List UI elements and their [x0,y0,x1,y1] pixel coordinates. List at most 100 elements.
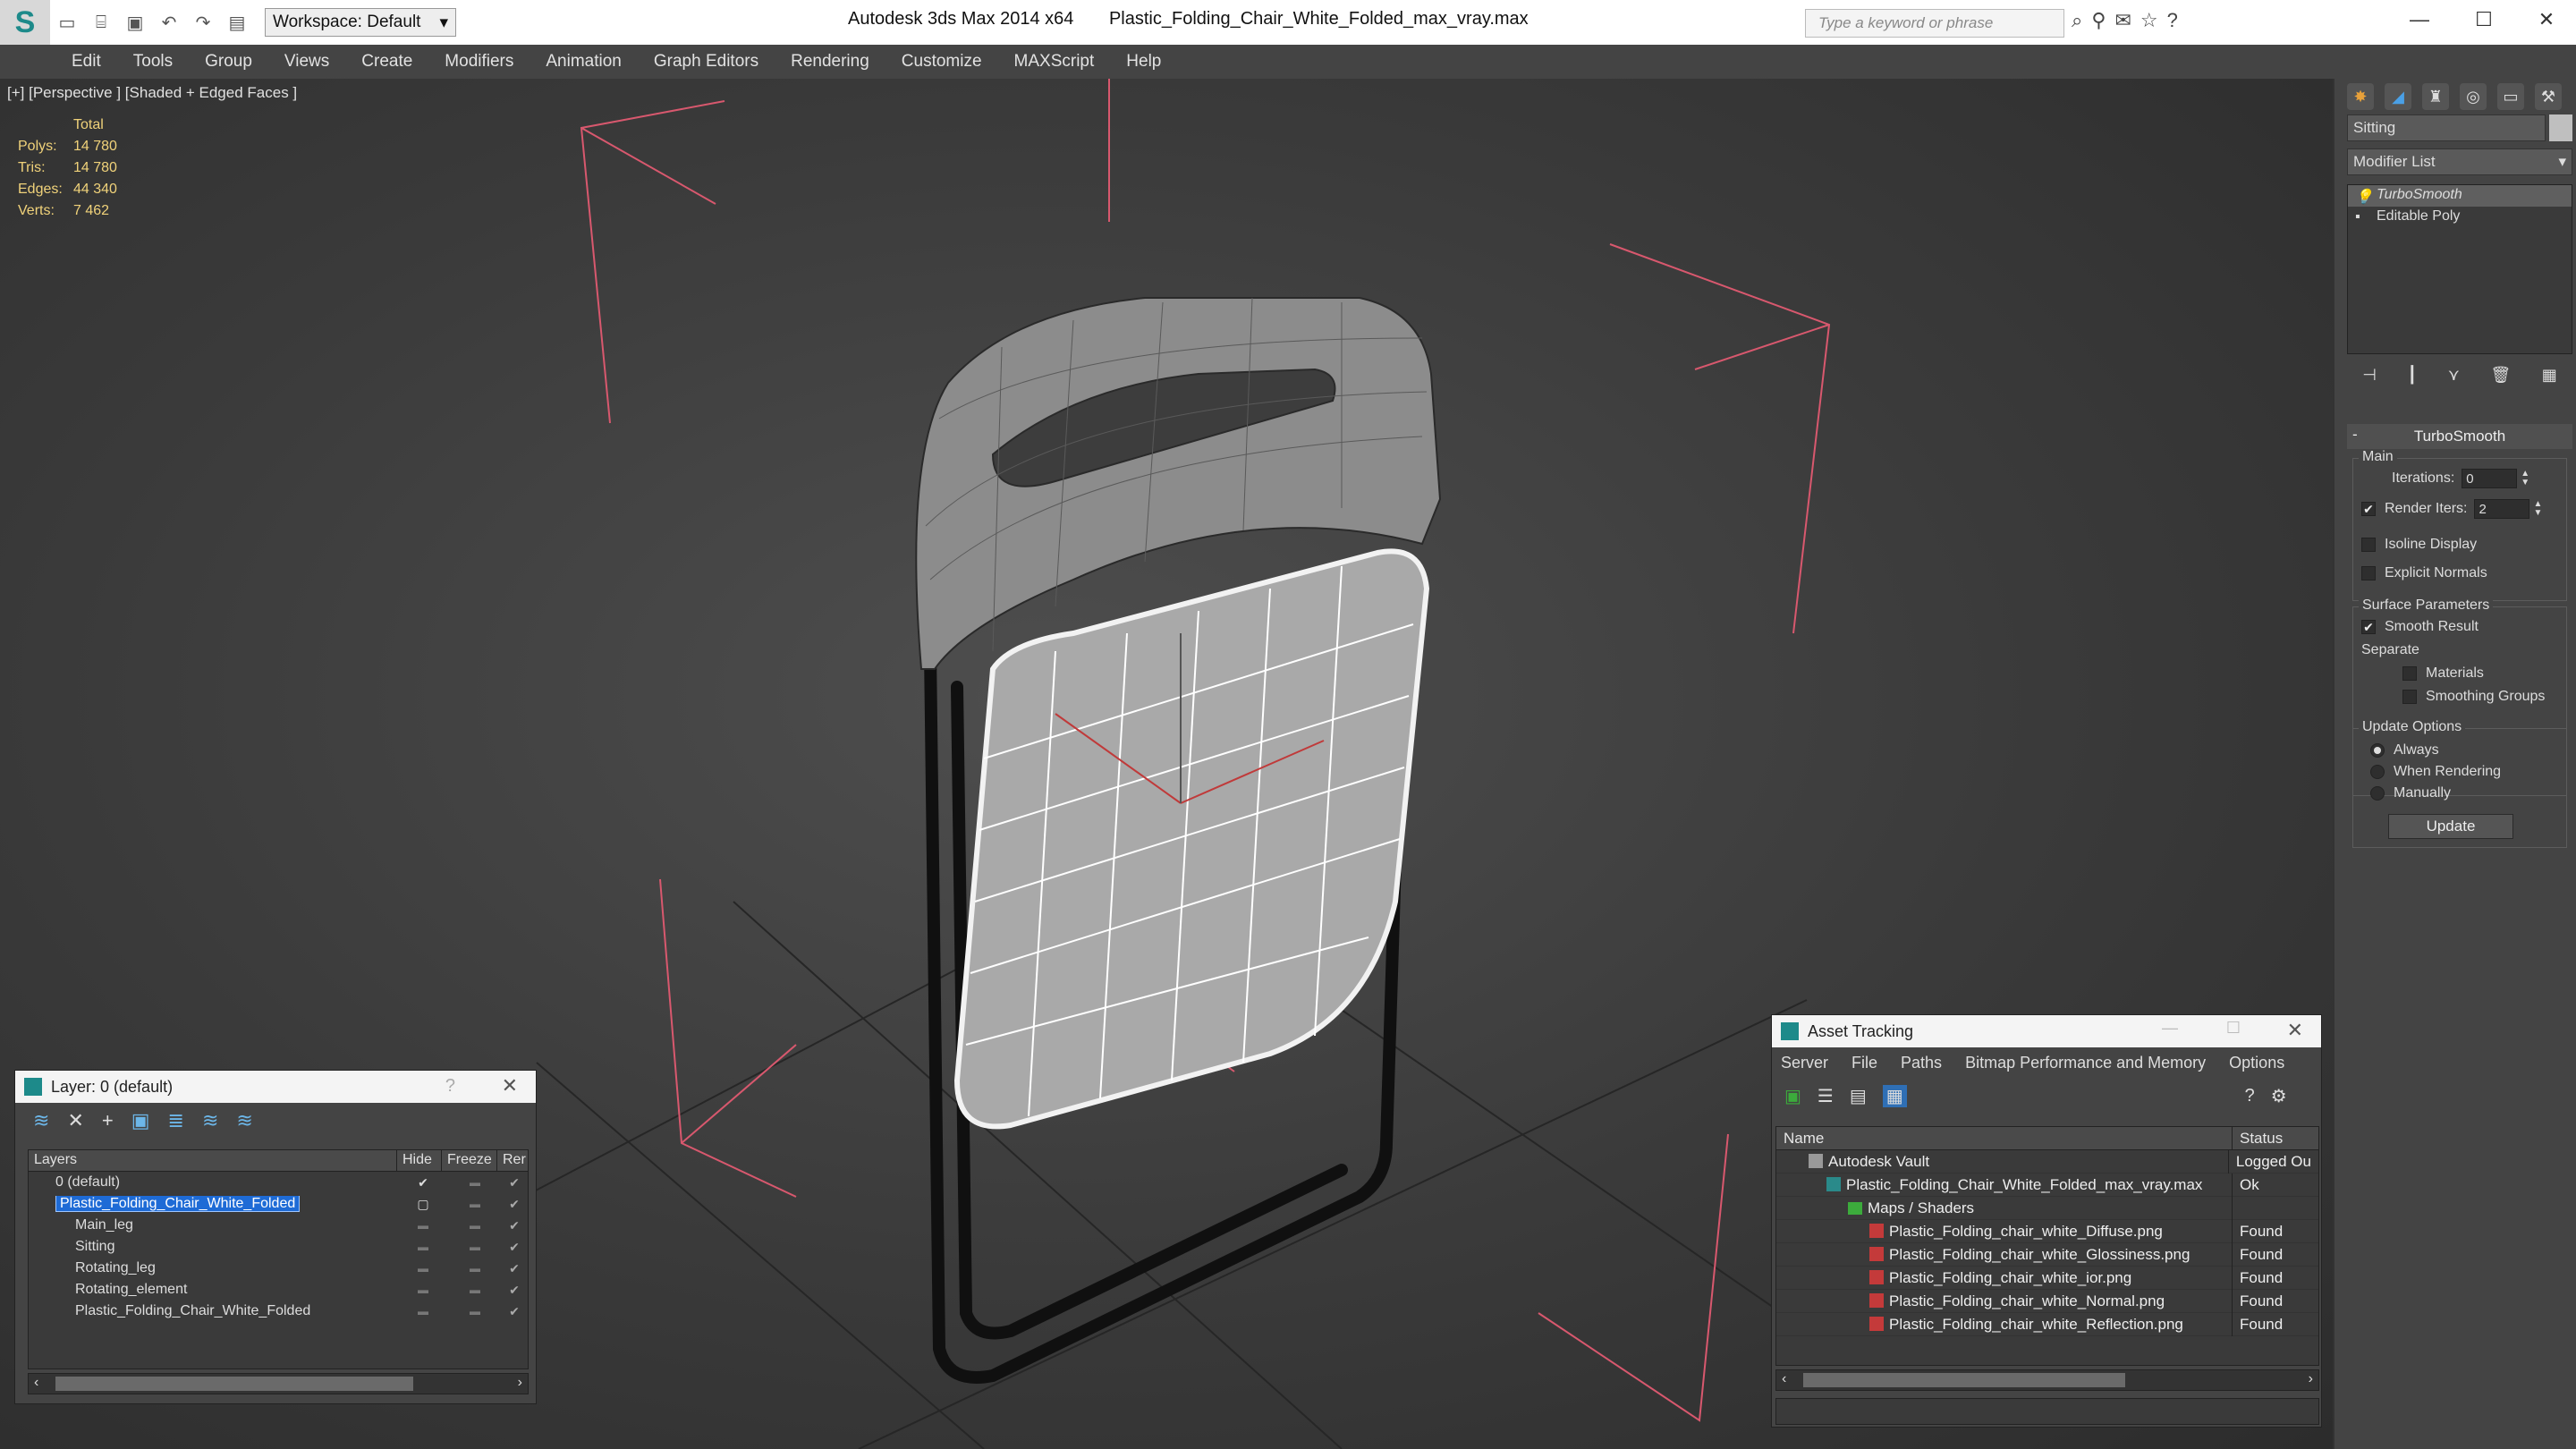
chevron-left-icon[interactable]: ‹ [1782,1371,1786,1387]
help-icon[interactable]: ? [2167,9,2178,32]
object-color-swatch[interactable] [2549,114,2572,141]
make-unique-icon[interactable]: ⋎ [2448,366,2460,385]
smooth-result-checkbox[interactable]: ✔ [2361,620,2376,634]
freeze-toggle[interactable]: ▬ [449,1262,501,1275]
app-menu-button[interactable]: S [0,0,50,45]
table-row[interactable]: Plastic_Folding_chair_white_Normal.png F… [1776,1289,2318,1313]
layer-dialog-titlebar[interactable]: Layer: 0 (default) ? ✕ [15,1071,536,1103]
hide-toggle[interactable]: ▬ [397,1305,449,1318]
add-icon[interactable]: + [102,1109,114,1132]
chevron-left-icon[interactable]: ‹ [34,1375,38,1391]
always-radio[interactable] [2370,743,2385,758]
create-tab-icon[interactable]: ✸ [2347,83,2374,110]
menu-maxscript[interactable]: MAXScript [1014,52,1095,72]
col-name[interactable]: Name [1776,1127,2233,1149]
hierarchy-tab-icon[interactable]: ♜ [2422,83,2449,110]
freeze-toggle[interactable]: ▬ [449,1284,501,1296]
hide-all-icon[interactable]: ≋ [202,1109,218,1132]
hide-toggle[interactable]: ▬ [397,1284,449,1296]
col-status[interactable]: Status [2233,1127,2290,1149]
col-freeze[interactable]: Freeze [442,1150,497,1171]
render-toggle[interactable]: ✔ [501,1175,528,1191]
when-rendering-radio[interactable] [2370,765,2385,779]
close-icon[interactable]: ✕ [2287,1019,2303,1042]
render-toggle[interactable]: ✔ [501,1240,528,1255]
freeze-toggle[interactable]: ▬ [449,1305,501,1318]
viewport-label[interactable]: [+] [Perspective ] [Shaded + Edged Faces… [7,84,297,102]
spinner-arrows-icon[interactable]: ▲ ▼ [2521,470,2529,487]
menu-modifiers[interactable]: Modifiers [445,52,513,72]
undo-icon[interactable]: ↶ [156,9,182,36]
lightbulb-icon[interactable]: 💡 [2355,188,2373,205]
render-iters-spinner[interactable]: 2 [2474,499,2530,519]
table-row[interactable]: Plastic_Folding_Chair_White_Folded ▬ ▬ ✔ [29,1301,528,1322]
table-row[interactable]: Plastic_Folding_Chair_White_Folded_max_v… [1776,1173,2318,1197]
asset-dialog-titlebar[interactable]: Asset Tracking — ☐ ✕ [1772,1015,2321,1047]
scrollbar-thumb[interactable] [55,1377,413,1391]
refresh-icon[interactable]: ▣ [1784,1085,1801,1107]
menu-server[interactable]: Server [1781,1054,1828,1072]
scrollbar-thumb[interactable] [1803,1373,2125,1387]
menu-graph-editors[interactable]: Graph Editors [654,52,758,72]
open-file-icon[interactable]: ⌸ [88,9,114,36]
communication-icon[interactable]: ✉ [2114,9,2131,32]
stack-item-turbosmooth[interactable]: 💡 TurboSmooth [2348,185,2572,207]
freeze-toggle[interactable]: ▬ [449,1176,501,1189]
menu-help[interactable]: Help [1126,52,1161,72]
stack-item-editable-poly[interactable]: ▪ Editable Poly [2348,207,2572,228]
menu-bitmap-performance[interactable]: Bitmap Performance and Memory [1965,1054,2206,1072]
new-file-icon[interactable]: ▭ [54,9,80,36]
table-row[interactable]: Sitting ▬ ▬ ✔ [29,1236,528,1258]
display-tab-icon[interactable]: ▭ [2497,83,2524,110]
table-row[interactable]: Plastic_Folding_chair_white_Reflection.p… [1776,1312,2318,1336]
table-row[interactable]: Plastic_Folding_chair_white_ior.png Foun… [1776,1266,2318,1290]
close-button[interactable]: ✕ [2515,0,2576,39]
menu-options[interactable]: Options [2229,1054,2284,1072]
spinner-arrows-icon[interactable]: ▲ ▼ [2533,500,2542,518]
save-file-icon[interactable]: ▣ [122,9,148,36]
binoculars-icon[interactable]: ⌕ [2072,9,2082,32]
hide-toggle[interactable]: ▬ [397,1219,449,1232]
hide-toggle[interactable]: ▬ [397,1241,449,1253]
menu-paths[interactable]: Paths [1901,1054,1942,1072]
minimize-button[interactable]: — [2388,0,2451,39]
menu-customize[interactable]: Customize [902,52,982,72]
render-toggle[interactable]: ✔ [501,1261,528,1276]
menu-edit[interactable]: Edit [72,52,101,72]
settings-icon[interactable]: ⚙ [2271,1085,2287,1107]
subscription-icon[interactable]: ⚲ [2091,9,2106,32]
close-icon[interactable]: ✕ [502,1074,518,1097]
help-icon[interactable]: ? [2245,1086,2255,1106]
layers-icon[interactable]: ≋ [33,1109,49,1132]
menu-rendering[interactable]: Rendering [791,52,869,72]
delete-icon[interactable]: ✕ [67,1109,83,1132]
table-row[interactable]: Main_leg ▬ ▬ ✔ [29,1215,528,1236]
table-row[interactable]: 0 (default) ✔ ▬ ✔ [29,1172,528,1193]
motion-tab-icon[interactable]: ◎ [2460,83,2487,110]
object-name-field[interactable]: Sitting [2347,114,2546,141]
col-render[interactable]: Rer [497,1150,528,1171]
isoline-checkbox[interactable] [2361,538,2376,552]
table-view-icon[interactable]: ▦ [1882,1084,1907,1107]
render-toggle[interactable]: ✔ [501,1197,528,1212]
search-input[interactable]: Type a keyword or phrase [1805,9,2064,38]
select-objects-icon[interactable]: ▣ [131,1109,150,1132]
configure-sets-icon[interactable]: ▦ [2542,366,2557,385]
show-end-result-icon[interactable]: ┃ [2407,366,2417,385]
turbosmooth-rollout-header[interactable]: - TurboSmooth [2347,424,2572,449]
menu-create[interactable]: Create [361,52,412,72]
help-icon[interactable]: ? [445,1076,455,1097]
chevron-right-icon[interactable]: › [2309,1371,2313,1387]
favorites-icon[interactable]: ☆ [2140,9,2158,32]
smoothing-groups-checkbox[interactable] [2402,690,2417,704]
materials-checkbox[interactable] [2402,666,2417,681]
hide-toggle[interactable]: ▢ [397,1197,449,1212]
table-row[interactable]: Plastic_Folding_chair_white_Diffuse.png … [1776,1219,2318,1243]
asset-path-field[interactable] [1775,1398,2319,1425]
redo-icon[interactable]: ↷ [190,9,216,36]
detail-view-icon[interactable]: ▤ [1850,1085,1867,1107]
table-row[interactable]: Rotating_element ▬ ▬ ✔ [29,1279,528,1301]
minimize-icon[interactable]: — [2162,1019,2178,1038]
workspace-dropdown[interactable]: Workspace: Default ▾ [265,8,456,37]
chevron-right-icon[interactable]: › [518,1375,522,1391]
